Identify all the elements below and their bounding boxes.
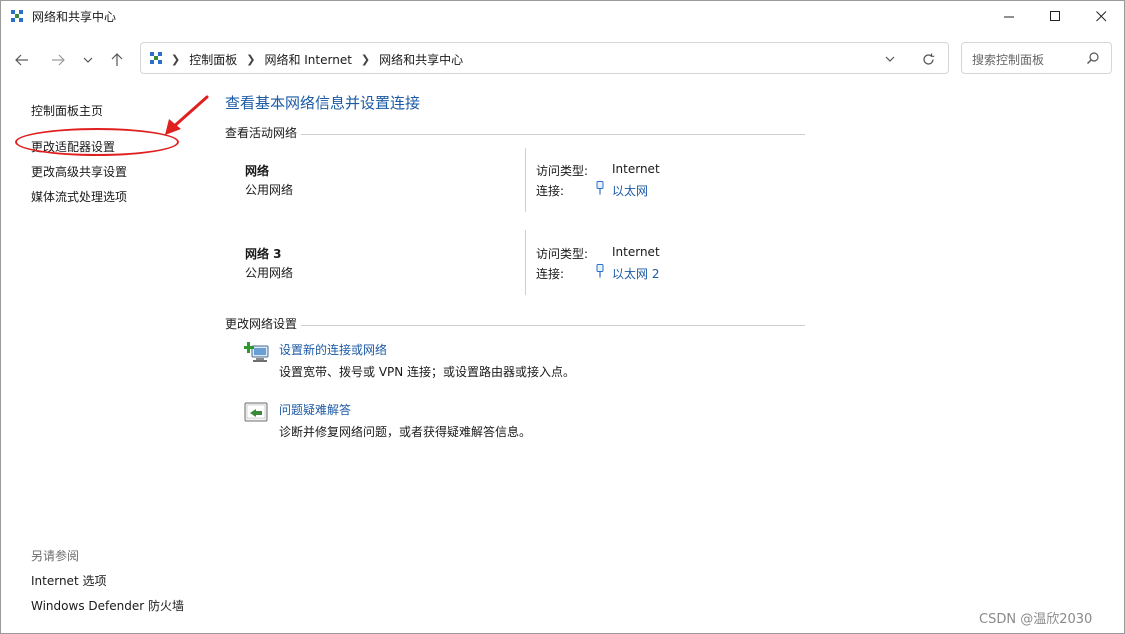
network-divider <box>525 230 526 295</box>
active-networks-title: 查看活动网络 <box>225 126 298 140</box>
refresh-button[interactable] <box>919 51 937 67</box>
up-button[interactable] <box>106 49 128 71</box>
arrow-left-icon <box>15 54 28 66</box>
arrow-up-icon <box>111 53 123 66</box>
network-divider <box>525 148 526 212</box>
connection-label: 连接: <box>536 267 565 281</box>
access-type-value: Internet <box>612 162 660 176</box>
breadcrumb-network-sharing-center[interactable]: 网络和共享中心 <box>379 51 463 68</box>
access-type-label: 访问类型: <box>536 164 589 178</box>
connection-label: 连接: <box>536 184 565 198</box>
annotation-arrow-icon <box>165 95 209 135</box>
chevron-down-icon <box>83 57 93 63</box>
network-name: 网络 3 <box>245 247 282 261</box>
navigation-bar: ❯ 控制面板 ❯ 网络和 Internet ❯ 网络和共享中心 搜索控制面板 <box>1 33 1124 85</box>
network-category: 公用网络 <box>245 183 294 197</box>
search-icon[interactable] <box>1086 51 1100 65</box>
title-bar: 网络和共享中心 <box>1 1 1124 32</box>
chevron-right-icon: ❯ <box>360 53 371 66</box>
connection-link-ethernet-2[interactable]: 以太网 2 <box>612 265 659 282</box>
forward-button[interactable] <box>47 49 69 71</box>
close-button[interactable] <box>1078 1 1124 32</box>
new-connection-icon <box>244 342 269 362</box>
watermark: CSDN @温欣2030 <box>979 612 1093 627</box>
access-type-label: 访问类型: <box>536 247 589 261</box>
maximize-icon <box>1049 11 1060 21</box>
address-history-button[interactable] <box>881 52 899 66</box>
change-settings-title: 更改网络设置 <box>225 317 298 331</box>
connection-link-ethernet[interactable]: 以太网 <box>612 182 648 199</box>
address-bar[interactable]: ❯ 控制面板 ❯ 网络和 Internet ❯ 网络和共享中心 <box>140 42 949 74</box>
network-category: 公用网络 <box>245 266 294 280</box>
setup-new-connection-desc: 设置宽带、拨号或 VPN 连接；或设置路由器或接入点。 <box>279 365 576 379</box>
sidebar-link-defender-firewall[interactable]: Windows Defender 防火墙 <box>31 597 184 614</box>
breadcrumb-control-panel[interactable]: 控制面板 <box>189 51 237 68</box>
control-panel-window: 网络和共享中心 ❯ 控制面板 ❯ 网络和 Internet ❯ 网络和共享中心 … <box>0 0 1125 634</box>
window-title: 网络和共享中心 <box>32 10 117 24</box>
close-icon <box>1095 11 1106 22</box>
sidebar-link-internet-options[interactable]: Internet 选项 <box>31 572 106 589</box>
network-center-icon <box>11 10 23 22</box>
sidebar-link-media-streaming[interactable]: 媒体流式处理选项 <box>31 188 127 205</box>
section-divider <box>301 325 805 326</box>
ethernet-icon <box>596 264 604 278</box>
chevron-down-icon <box>885 56 895 62</box>
annotation-circle <box>15 128 179 156</box>
section-divider <box>301 134 805 135</box>
troubleshoot-icon <box>244 402 268 422</box>
minimize-button[interactable] <box>986 1 1032 32</box>
minimize-icon <box>1003 16 1014 18</box>
network-name: 网络 <box>245 164 270 178</box>
refresh-icon <box>922 53 934 65</box>
access-type-value: Internet <box>612 245 660 259</box>
chevron-right-icon: ❯ <box>171 53 181 66</box>
page-title: 查看基本网络信息并设置连接 <box>225 94 421 112</box>
breadcrumb: ❯ 控制面板 ❯ 网络和 Internet ❯ 网络和共享中心 <box>171 51 463 68</box>
arrow-right-icon <box>52 54 65 66</box>
sidebar-link-control-panel-home[interactable]: 控制面板主页 <box>31 102 103 119</box>
troubleshoot-desc: 诊断并修复网络问题，或者获得疑难解答信息。 <box>279 425 532 439</box>
recent-locations-button[interactable] <box>77 49 99 71</box>
search-input[interactable]: 搜索控制面板 <box>972 51 1044 68</box>
ethernet-icon <box>596 181 604 195</box>
back-button[interactable] <box>11 49 33 71</box>
search-box[interactable]: 搜索控制面板 <box>961 42 1112 74</box>
see-also-title: 另请参阅 <box>31 549 80 563</box>
setup-new-connection-link[interactable]: 设置新的连接或网络 <box>279 341 387 358</box>
control-panel-icon <box>150 52 162 64</box>
chevron-right-icon: ❯ <box>246 53 256 66</box>
troubleshoot-link[interactable]: 问题疑难解答 <box>279 401 351 418</box>
sidebar-link-advanced-sharing[interactable]: 更改高级共享设置 <box>31 163 127 180</box>
breadcrumb-network-internet[interactable]: 网络和 Internet <box>264 51 351 68</box>
maximize-button[interactable] <box>1032 1 1078 32</box>
